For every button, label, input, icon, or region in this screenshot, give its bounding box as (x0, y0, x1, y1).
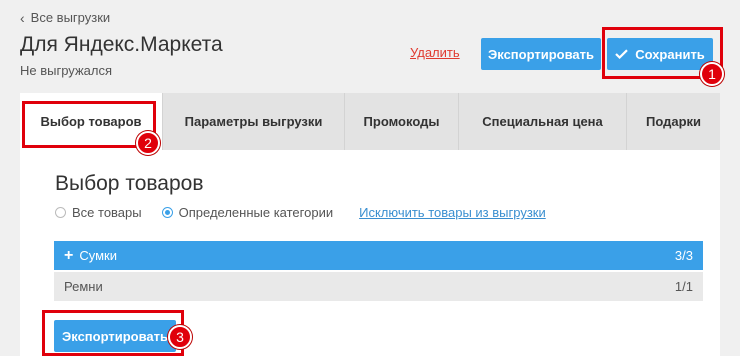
page-title: Для Яндекс.Маркета (20, 33, 223, 56)
plus-icon[interactable]: + (64, 247, 73, 264)
radio-unchecked-icon (55, 207, 66, 218)
back-link-label: Все выгрузки (30, 10, 111, 25)
tab-export-parameters[interactable]: Параметры выгрузки (163, 93, 345, 150)
step-badge-1: 1 (700, 62, 724, 86)
tab-bar: Выбор товаров Параметры выгрузки Промоко… (20, 93, 720, 150)
category-name: Сумки (79, 248, 117, 263)
category-row[interactable]: + Сумки 3/3 (54, 241, 703, 270)
tab-promocodes[interactable]: Промокоды (345, 93, 459, 150)
delete-link[interactable]: Удалить (410, 45, 460, 60)
save-button[interactable]: Сохранить (607, 38, 713, 70)
radio-checked-icon (161, 207, 173, 218)
section-title: Выбор товаров (55, 172, 204, 195)
category-count: 1/1 (674, 279, 693, 294)
radio-all-products[interactable]: Все товары (55, 205, 142, 220)
product-scope-radio-group: Все товары Определенные категории Исключ… (55, 205, 546, 220)
back-link[interactable]: ‹ Все выгрузки (20, 10, 110, 25)
exclude-products-link[interactable]: Исключить товары из выгрузки (359, 205, 546, 220)
category-row[interactable]: Ремни 1/1 (54, 272, 703, 301)
step-badge-2: 2 (136, 131, 160, 155)
save-button-label: Сохранить (635, 46, 705, 62)
category-count: 3/3 (674, 248, 693, 263)
radio-specific-categories-label: Определенные категории (178, 205, 334, 220)
tab-gifts[interactable]: Подарки (627, 93, 720, 150)
radio-all-products-label: Все товары (72, 205, 142, 220)
radio-specific-categories[interactable]: Определенные категории (161, 205, 334, 220)
category-name: Ремни (64, 279, 103, 294)
export-button-bottom[interactable]: Экспортировать (54, 320, 176, 352)
tab-special-price[interactable]: Специальная цена (459, 93, 627, 150)
step-badge-3: 3 (168, 325, 192, 349)
check-icon (615, 49, 628, 59)
export-status: Не выгружался (20, 63, 113, 78)
chevron-left-icon: ‹ (20, 9, 25, 26)
export-button-top[interactable]: Экспортировать (481, 38, 601, 70)
